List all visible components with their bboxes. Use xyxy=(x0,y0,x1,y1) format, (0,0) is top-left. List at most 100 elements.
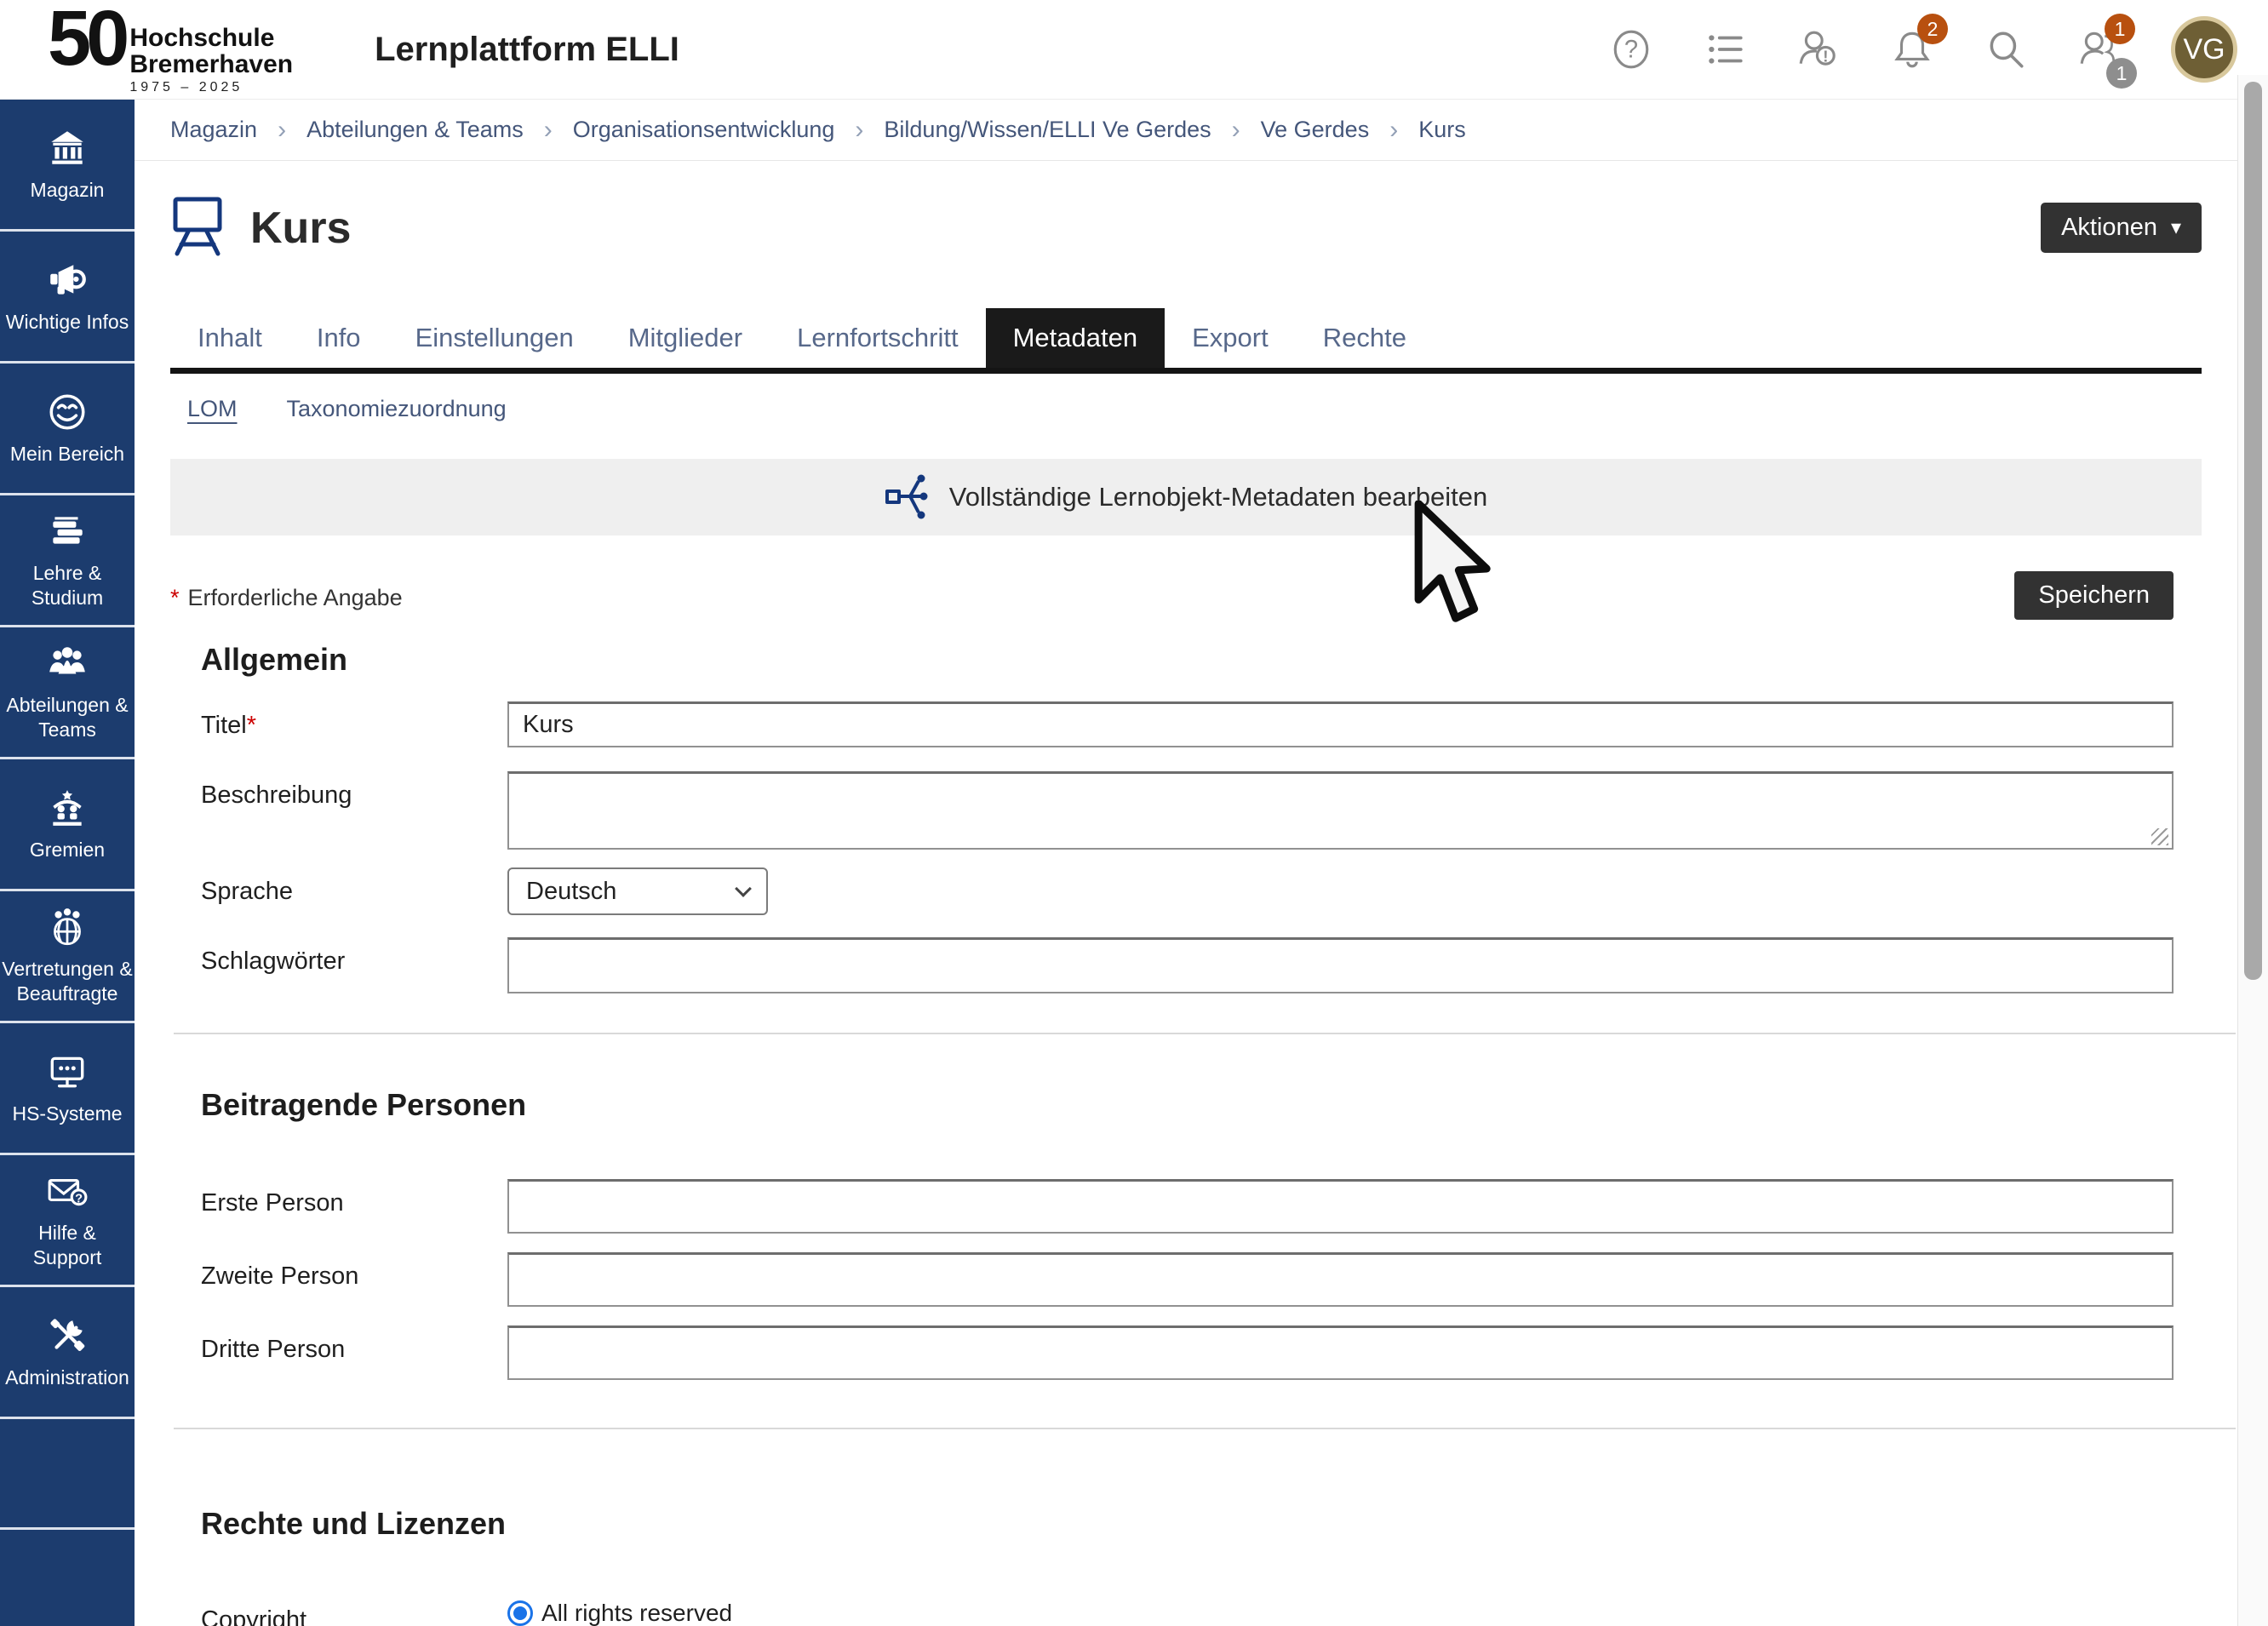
chevron-right-icon: › xyxy=(1389,116,1398,145)
user-alert-icon[interactable]: ! xyxy=(1796,27,1841,72)
chevron-down-icon xyxy=(735,880,752,897)
sprache-label: Sprache xyxy=(201,867,507,906)
sidebar-item-administration[interactable]: Administration xyxy=(0,1287,135,1419)
chevron-right-icon: › xyxy=(1232,116,1240,145)
course-easel-icon xyxy=(170,193,225,262)
edit-full-metadata-link[interactable]: Vollständige Lernobjekt-Metadaten bearbe… xyxy=(170,459,2202,535)
zweite-person-label: Zweite Person xyxy=(201,1252,507,1291)
search-icon[interactable] xyxy=(1984,27,2028,72)
tab-bar: Inhalt Info Einstellungen Mitglieder Ler… xyxy=(170,308,2202,374)
copyright-radio-label: All rights reserved xyxy=(541,1600,732,1626)
svg-text:?: ? xyxy=(1624,36,1638,63)
sprache-select[interactable]: Deutsch xyxy=(507,867,768,915)
required-asterisk: * xyxy=(247,712,256,739)
help-icon[interactable]: ? xyxy=(1609,27,1653,72)
required-asterisk: * xyxy=(170,585,180,610)
breadcrumb-ve-gerdes[interactable]: Ve Gerdes xyxy=(1261,117,1370,143)
avatar[interactable]: VG xyxy=(2171,16,2237,83)
breadcrumb-abteilungen-teams[interactable]: Abteilungen & Teams xyxy=(306,117,524,143)
notification-badge: 2 xyxy=(1917,14,1948,44)
zweite-person-input[interactable] xyxy=(507,1252,2174,1307)
beschreibung-label: Beschreibung xyxy=(201,771,507,810)
sidebar-item-abteilungen-teams[interactable]: Abteilungen & Teams xyxy=(0,627,135,759)
sidebar-filler xyxy=(0,1419,135,1530)
smiley-icon xyxy=(43,391,91,433)
tab-rechte[interactable]: Rechte xyxy=(1296,308,1434,368)
sidebar-item-lehre-studium[interactable]: Lehre & Studium xyxy=(0,495,135,627)
sidebar-item-gremien[interactable]: Gremien xyxy=(0,759,135,891)
tools-icon xyxy=(43,1314,91,1357)
subtab-lom[interactable]: LOM xyxy=(187,396,238,425)
sidebar-item-hilfe-support[interactable]: ? Hilfe & Support xyxy=(0,1155,135,1287)
radio-dot xyxy=(513,1606,527,1620)
people-group-icon xyxy=(43,642,91,684)
sidebar-item-magazin[interactable]: Magazin xyxy=(0,100,135,232)
breadcrumb-kurs[interactable]: Kurs xyxy=(1418,117,1466,143)
erste-person-input[interactable] xyxy=(507,1179,2174,1234)
sidebar-item-wichtige-infos[interactable]: Wichtige Infos xyxy=(0,232,135,364)
page-title: Kurs xyxy=(250,203,351,254)
chevron-down-icon: ▾ xyxy=(2171,215,2181,240)
sub-tab-bar: LOM Taxonomiezuordnung xyxy=(187,396,2237,425)
tab-metadaten[interactable]: Metadaten xyxy=(986,308,1166,368)
sidebar: Magazin Wichtige Infos Mein Bereich Lehr… xyxy=(0,100,135,1626)
section-heading-allgemein: Allgemein xyxy=(201,642,2237,678)
erste-person-label: Erste Person xyxy=(201,1179,507,1217)
tab-einstellungen[interactable]: Einstellungen xyxy=(388,308,601,368)
titel-input[interactable] xyxy=(507,701,2174,747)
tab-export[interactable]: Export xyxy=(1165,308,1296,368)
speichern-button[interactable]: Speichern xyxy=(2014,571,2174,620)
tab-info[interactable]: Info xyxy=(289,308,388,368)
svg-text:?: ? xyxy=(75,1193,83,1206)
books-icon xyxy=(43,510,91,552)
sprache-selected-value: Deutsch xyxy=(526,878,616,906)
list-icon[interactable] xyxy=(1703,27,1747,72)
dritte-person-input[interactable] xyxy=(507,1325,2174,1380)
scrollbar-thumb[interactable] xyxy=(2244,82,2262,980)
bank-icon xyxy=(43,127,91,169)
app-header: 50 Hochschule Bremerhaven 1975 – 2025 Le… xyxy=(0,0,2268,100)
chevron-right-icon: › xyxy=(544,116,553,145)
committee-icon xyxy=(43,787,91,829)
dritte-person-label: Dritte Person xyxy=(201,1325,507,1364)
copyright-label: Copyright xyxy=(201,1596,507,1626)
breadcrumb-bildung-wissen[interactable]: Bildung/Wissen/ELLI Ve Gerdes xyxy=(884,117,1211,143)
tab-lernfortschritt[interactable]: Lernfortschritt xyxy=(770,308,986,368)
scrollbar-track[interactable] xyxy=(2237,75,2268,1626)
tab-inhalt[interactable]: Inhalt xyxy=(170,308,289,368)
section-divider xyxy=(174,1428,2236,1429)
breadcrumb: Magazin › Abteilungen & Teams › Organisa… xyxy=(135,100,2237,161)
globe-people-icon xyxy=(43,906,91,948)
metadata-tree-icon xyxy=(885,472,929,522)
section-heading-rechte: Rechte und Lizenzen xyxy=(201,1506,2237,1542)
subtab-taxonomiezuordnung[interactable]: Taxonomiezuordnung xyxy=(287,396,507,425)
logo-number: 50 xyxy=(48,3,124,74)
beschreibung-textarea[interactable] xyxy=(507,771,2174,850)
contacts-total-badge: 1 xyxy=(2106,58,2137,89)
logo-name-line2: Bremerhaven xyxy=(129,52,293,78)
app-title: Lernplattform ELLI xyxy=(375,31,679,69)
sidebar-item-hs-systeme[interactable]: HS-Systeme xyxy=(0,1023,135,1155)
hochschule-bremerhaven-logo: 50 Hochschule Bremerhaven 1975 – 2025 xyxy=(48,3,293,95)
tab-mitglieder[interactable]: Mitglieder xyxy=(601,308,770,368)
aktionen-button[interactable]: Aktionen ▾ xyxy=(2041,203,2202,253)
megaphone-icon xyxy=(43,259,91,301)
chevron-right-icon: › xyxy=(278,116,286,145)
breadcrumb-organisationsentwicklung[interactable]: Organisationsentwicklung xyxy=(573,117,835,143)
schlagwoerter-label: Schlagwörter xyxy=(201,937,507,976)
logo-name-line1: Hochschule xyxy=(129,26,293,52)
breadcrumb-magazin[interactable]: Magazin xyxy=(170,117,257,143)
required-note: *Erforderliche Angabe xyxy=(170,571,403,611)
sidebar-item-mein-bereich[interactable]: Mein Bereich xyxy=(0,364,135,495)
schlagwoerter-input[interactable] xyxy=(507,937,2174,993)
titel-label: Titel* xyxy=(201,701,507,740)
logo-years: 1975 – 2025 xyxy=(129,80,293,95)
chevron-right-icon: › xyxy=(855,116,863,145)
copyright-radio[interactable] xyxy=(507,1600,533,1626)
bell-icon[interactable]: 2 xyxy=(1890,27,1934,72)
section-heading-beitragende: Beitragende Personen xyxy=(201,1087,2237,1123)
resize-grip-icon[interactable] xyxy=(2151,828,2168,845)
contacts-icon[interactable]: 1 1 xyxy=(2077,27,2122,72)
contacts-new-badge: 1 xyxy=(2105,14,2135,44)
sidebar-item-vertretungen[interactable]: Vertretungen & Beauftragte xyxy=(0,891,135,1023)
